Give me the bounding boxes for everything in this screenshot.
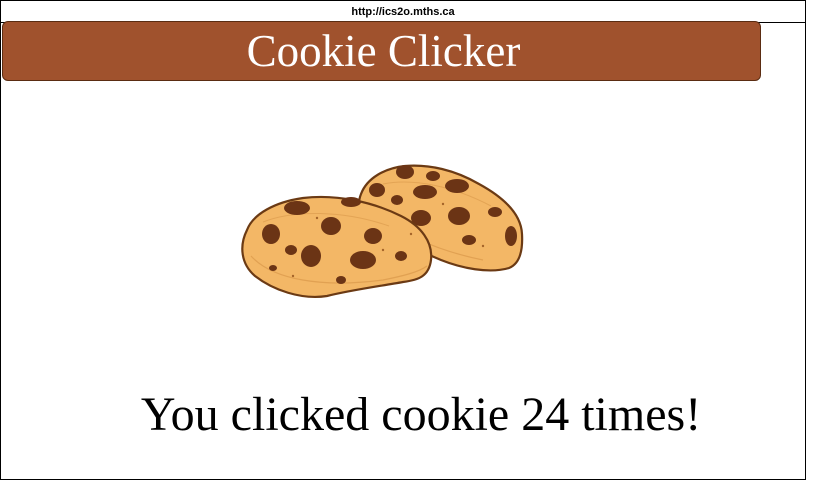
chip [262, 224, 280, 244]
chip [350, 251, 376, 269]
cookies-icon [241, 164, 524, 298]
chip [395, 251, 407, 261]
chip [488, 207, 502, 217]
chip [445, 179, 469, 193]
chip [505, 226, 517, 246]
chip [364, 228, 382, 244]
chip [462, 235, 476, 245]
chip [321, 217, 341, 235]
chip [284, 201, 310, 215]
chip [413, 185, 437, 199]
cookie-button[interactable] [233, 156, 558, 306]
chip [426, 171, 440, 181]
page-frame: http://ics2o.mths.ca Cookie Clicker You … [0, 0, 806, 480]
click-count-message: You clicked cookie 24 times! [1, 388, 831, 442]
chip [336, 276, 346, 284]
header-banner: Cookie Clicker [2, 21, 761, 81]
chip [391, 195, 403, 205]
chip [369, 183, 385, 197]
url-text: http://ics2o.mths.ca [351, 5, 455, 18]
url-bar[interactable]: http://ics2o.mths.ca [1, 1, 805, 23]
message-prefix: You clicked cookie [140, 388, 522, 441]
chip [341, 197, 361, 207]
message-suffix: times! [569, 388, 702, 441]
page-title: Cookie Clicker [246, 25, 521, 76]
chip [285, 245, 297, 255]
chip [396, 165, 414, 179]
chip [448, 207, 470, 225]
click-count: 24 [521, 388, 570, 441]
chip [269, 265, 277, 271]
chip [301, 245, 321, 267]
